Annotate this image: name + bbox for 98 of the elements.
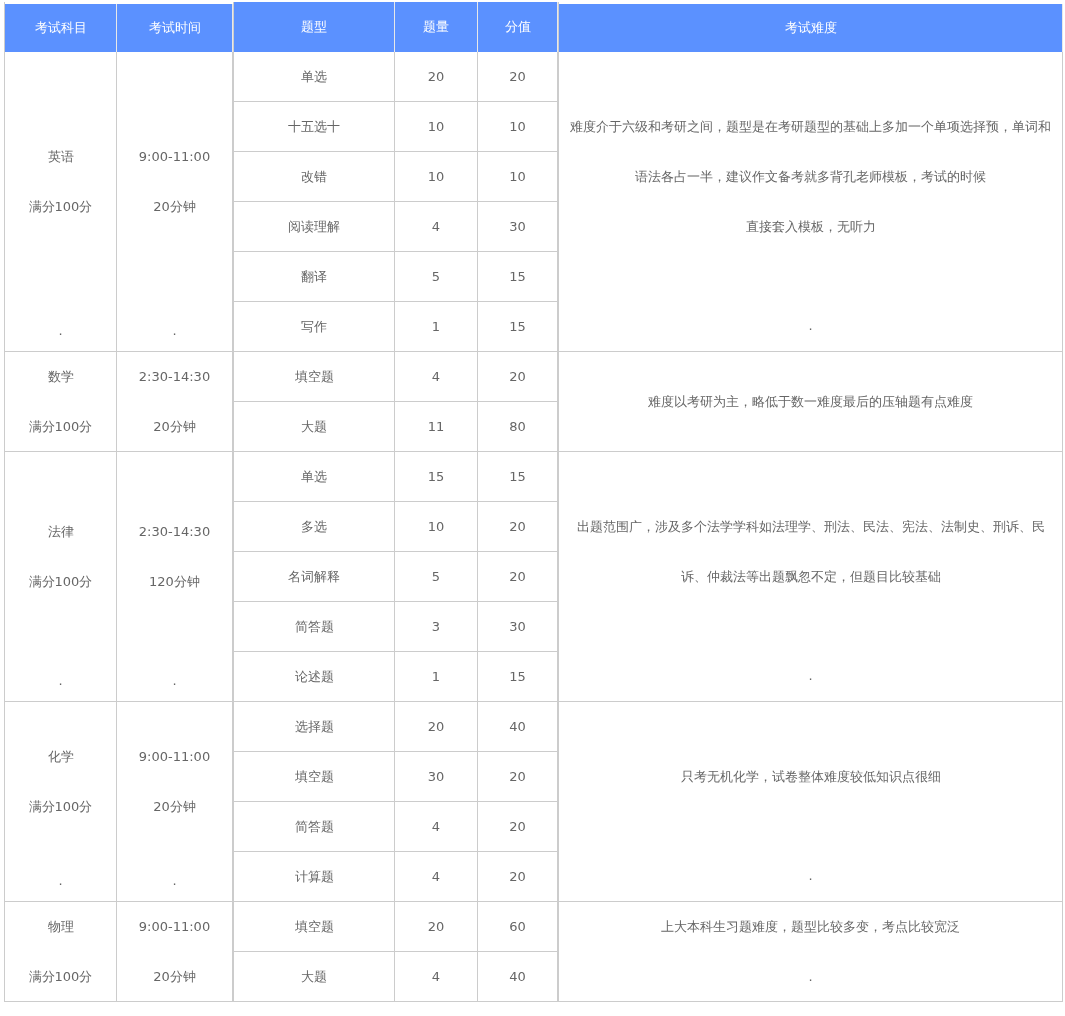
table-cell: 20	[478, 802, 558, 851]
table-cell: 11	[395, 402, 478, 451]
table-cell-text: 9:00-11:00	[137, 147, 212, 166]
table-cell: 填空题	[234, 752, 395, 801]
table-cell: 大题	[234, 402, 395, 451]
table-cell: 20	[478, 752, 558, 801]
table-cell-text: 20分钟	[152, 197, 197, 216]
header-cell: 题量	[395, 2, 478, 52]
table-cell-text: 20分钟	[152, 968, 197, 986]
table-cell: 大题	[234, 952, 395, 1001]
difficulty-text: 上大本科生习题难度，题型比较多变，考点比较宽泛	[660, 918, 961, 936]
table-cell: 简答题	[234, 802, 395, 851]
table-cell: 名词解释	[234, 552, 395, 601]
table-cell: 3	[395, 602, 478, 651]
table-cell: 40	[478, 702, 558, 751]
table-cell: 5	[395, 552, 478, 601]
table-cell: 4	[395, 802, 478, 851]
end-mark: .	[57, 872, 64, 890]
end-mark: .	[807, 968, 814, 986]
table-cell-text: 化学	[46, 747, 75, 766]
table-cell: 填空题	[234, 352, 395, 401]
table-cell: 20	[478, 52, 558, 101]
table-cell-text: 满分100分	[27, 572, 94, 591]
table-cell: 20	[478, 502, 558, 551]
end-mark: .	[171, 672, 178, 690]
table-cell: 20	[395, 52, 478, 101]
difficulty-text: 出题范围广，涉及多个法学学科如法理学、刑法、民法、宪法、法制史、刑诉、民诉、仲裁法等出题飘忽不定，但题目比较基础	[575, 517, 1046, 586]
table-cell: 15	[395, 452, 478, 501]
difficulty-text: 难度介于六级和考研之间，题型是在考研题型的基础上多加一个单项选择预，单词和语法各占一半，建议作文备考就多背孔老师模板，考试的时候	[569, 117, 1052, 186]
table-cell: 计算题	[234, 852, 395, 901]
table-cell-text: 满分100分	[27, 797, 94, 816]
table-cell-text: 法律	[46, 522, 75, 541]
difficulty-text: 只考无机化学，试卷整体难度较低知识点很细	[679, 767, 942, 786]
table-cell: 20	[478, 552, 558, 601]
table-cell: 单选	[234, 452, 395, 501]
table-cell: 写作	[234, 302, 395, 351]
table-cell: 阅读理解	[234, 202, 395, 251]
table-cell: 5	[395, 252, 478, 301]
table-cell: 翻译	[234, 252, 395, 301]
difficulty-text: 难度以考研为主，略低于数一难度最后的压轴题有点难度	[647, 392, 974, 411]
table-cell: 40	[478, 952, 558, 1001]
table-cell: 选择题	[234, 702, 395, 751]
table-cell: 15	[478, 302, 558, 351]
end-mark: .	[807, 667, 814, 685]
end-mark: .	[807, 867, 814, 885]
table-cell: 十五选十	[234, 102, 395, 151]
table-cell-text: 满分100分	[27, 197, 94, 216]
table-cell: 60	[478, 902, 558, 951]
table-cell: 单选	[234, 52, 395, 101]
table-cell: 30	[395, 752, 478, 801]
table-cell: 4	[395, 952, 478, 1001]
table-cell: 10	[478, 102, 558, 151]
table-cell: 15	[478, 452, 558, 501]
table-cell: 1	[395, 652, 478, 701]
table-cell-text: 20分钟	[152, 418, 197, 436]
end-mark: .	[807, 317, 814, 335]
table-cell-text: 数学	[46, 368, 75, 386]
table-cell: 1	[395, 302, 478, 351]
table-cell-text: 物理	[46, 918, 75, 936]
table-cell-text: 9:00-11:00	[137, 747, 212, 766]
table-cell: 30	[478, 202, 558, 251]
difficulty-text: 直接套入模板，无听力	[744, 217, 877, 236]
table-cell: 15	[478, 252, 558, 301]
table-cell-text: 2:30-14:30	[137, 368, 212, 386]
header-cell: 考试难度	[559, 4, 1063, 52]
table-cell: 20	[395, 902, 478, 951]
table-cell: 多选	[234, 502, 395, 551]
table-cell-text: 2:30-14:30	[137, 522, 212, 541]
table-cell: 4	[395, 352, 478, 401]
table-cell: 20	[478, 352, 558, 401]
table-cell-text: 120分钟	[148, 572, 201, 591]
table-cell: 10	[395, 152, 478, 201]
table-cell: 80	[478, 402, 558, 451]
end-mark: .	[57, 672, 64, 690]
table-cell-text: 9:00-11:00	[137, 918, 212, 936]
table-cell: 20	[395, 702, 478, 751]
table-cell-text: 英语	[46, 147, 75, 166]
table-cell: 改错	[234, 152, 395, 201]
end-mark: .	[171, 872, 178, 890]
table-cell: 15	[478, 652, 558, 701]
table-cell-text: 满分100分	[27, 968, 94, 986]
header-cell: 分值	[478, 2, 558, 52]
table-cell: 4	[395, 202, 478, 251]
end-mark: .	[57, 322, 64, 340]
table-cell: 20	[478, 852, 558, 901]
table-cell: 10	[395, 102, 478, 151]
table-cell: 论述题	[234, 652, 395, 701]
table-cell: 简答题	[234, 602, 395, 651]
table-cell: 10	[478, 152, 558, 201]
header-cell: 考试科目	[5, 4, 117, 52]
table-cell: 30	[478, 602, 558, 651]
table-cell: 4	[395, 852, 478, 901]
table-cell-text: 20分钟	[152, 797, 197, 816]
table-cell-text: 满分100分	[27, 418, 94, 436]
table-cell: 10	[395, 502, 478, 551]
table-cell: 填空题	[234, 902, 395, 951]
header-cell: 题型	[234, 2, 395, 52]
end-mark: .	[171, 322, 178, 340]
